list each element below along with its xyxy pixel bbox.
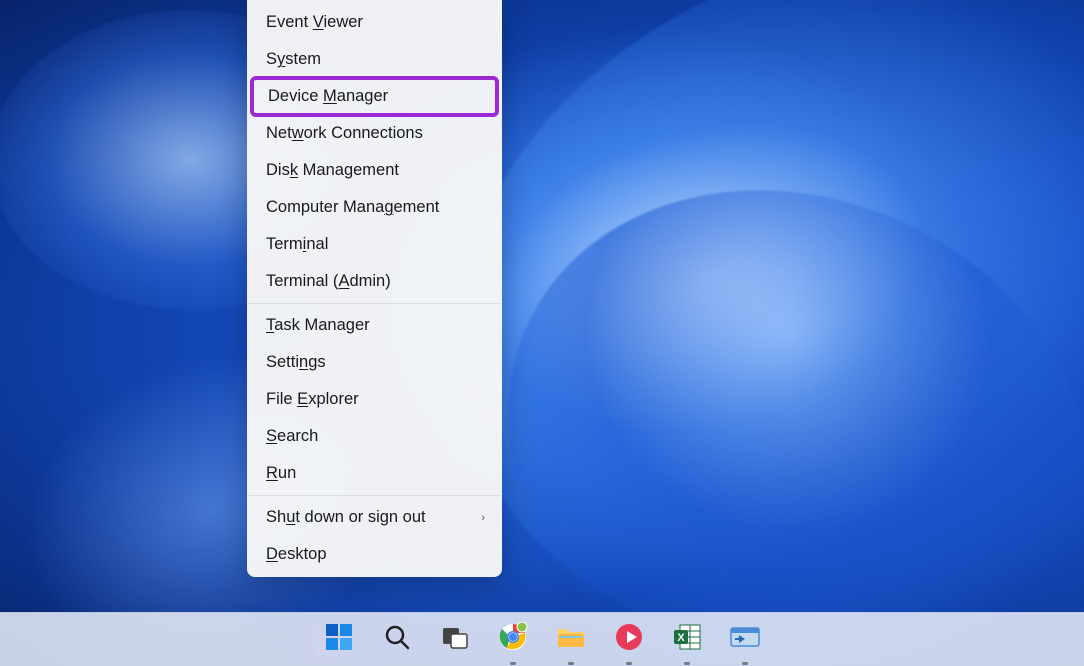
svg-text:X: X [677,632,685,644]
taskbar-task-view[interactable] [435,620,475,660]
file-explorer-icon [556,623,586,656]
running-indicator [626,662,632,665]
start-icon [325,623,353,656]
menu-separator [248,495,501,496]
menu-item-computer-management[interactable]: Computer Management [248,189,501,226]
menu-item-desktop[interactable]: Desktop [248,536,501,573]
taskbar: X [0,612,1084,666]
chrome-icon [498,622,528,657]
running-indicator [684,662,690,665]
desktop-wallpaper [0,0,1084,666]
run-icon [729,624,761,655]
menu-item-event-viewer[interactable]: Event Viewer [248,4,501,41]
menu-item-system[interactable]: System [248,41,501,78]
taskbar-start[interactable] [319,620,359,660]
taskbar-chrome[interactable] [493,620,533,660]
menu-item-device-manager[interactable]: Device Manager [250,76,499,117]
winx-context-menu: Event ViewerSystemDevice ManagerNetwork … [247,0,502,577]
menu-item-search[interactable]: Search [248,418,501,455]
taskbar-quick-assist[interactable] [609,620,649,660]
taskbar-run[interactable] [725,620,765,660]
menu-item-shut-down[interactable]: Shut down or sign out› [248,499,501,536]
search-icon [383,623,411,656]
menu-item-disk-management[interactable]: Disk Management [248,152,501,189]
menu-item-file-explorer[interactable]: File Explorer [248,381,501,418]
taskbar-excel[interactable]: X [667,620,707,660]
menu-item-task-manager[interactable]: Task Manager [248,307,501,344]
menu-item-run[interactable]: Run [248,455,501,492]
menu-separator [248,303,501,304]
running-indicator [568,662,574,665]
taskbar-search[interactable] [377,620,417,660]
quick-assist-icon [614,622,644,657]
running-indicator [742,662,748,665]
menu-item-terminal[interactable]: Terminal [248,226,501,263]
menu-item-network-connections[interactable]: Network Connections [248,115,501,152]
excel-icon: X [672,623,702,656]
taskbar-file-explorer[interactable] [551,620,591,660]
chevron-right-icon: › [481,512,485,524]
task-view-icon [441,623,469,656]
menu-item-terminal-admin[interactable]: Terminal (Admin) [248,263,501,300]
menu-item-settings[interactable]: Settings [248,344,501,381]
running-indicator [510,662,516,665]
